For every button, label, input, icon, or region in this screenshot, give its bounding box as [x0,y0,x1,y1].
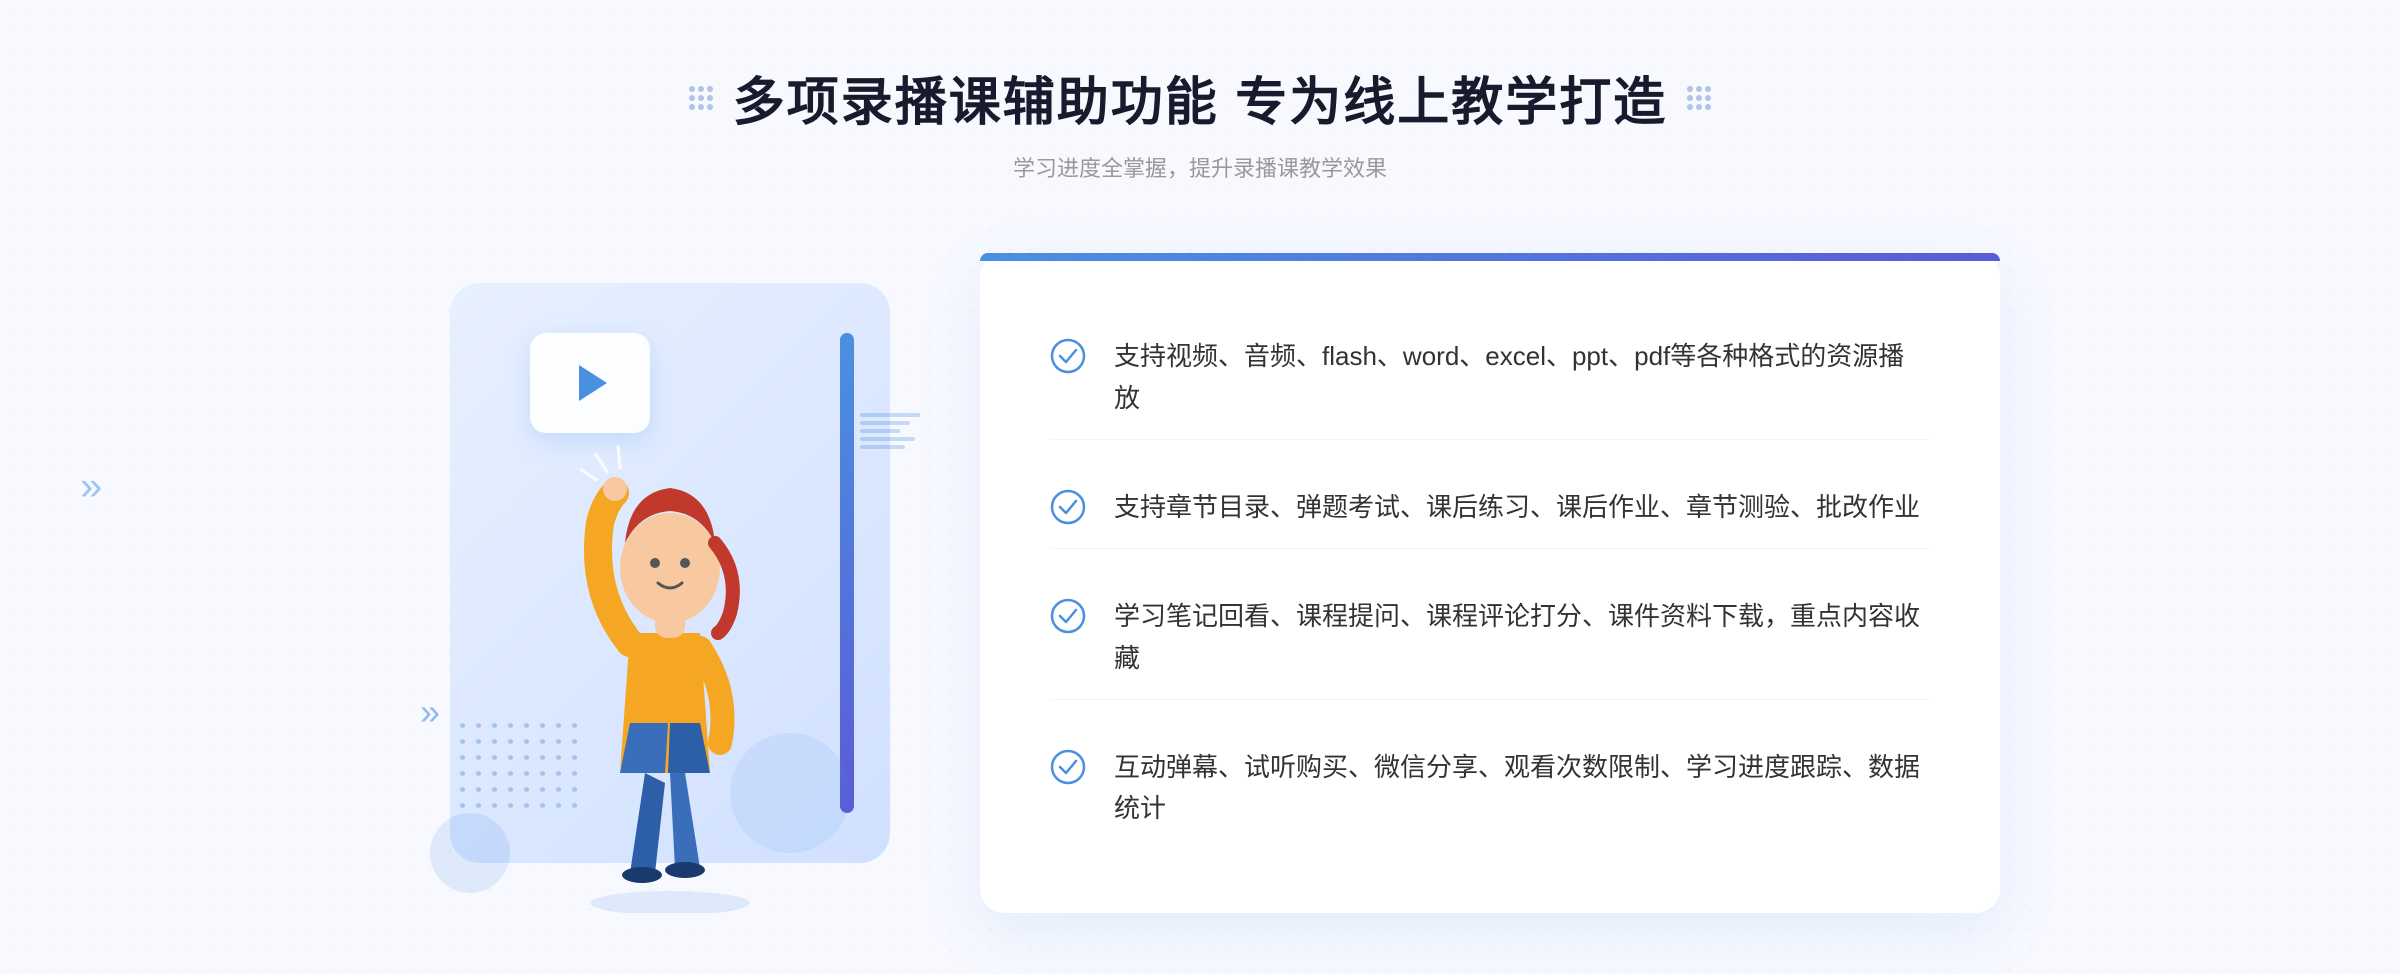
feature-text-2: 支持章节目录、弹题考试、课后练习、课后作业、章节测验、批改作业 [1114,487,1920,529]
stripe-deco [860,413,920,449]
check-icon-4 [1050,749,1086,785]
feature-text-4: 互动弹幕、试听购买、微信分享、观看次数限制、学习进度跟踪、数据统计 [1114,747,1930,830]
figure-illustration [500,393,840,913]
blue-bar-deco [840,333,854,813]
header-title-row: 多项录播课辅助功能 专为线上教学打造 [689,60,1711,135]
feature-text-3: 学习笔记回看、课程提问、课程评论打分、课件资料下载，重点内容收藏 [1114,596,1930,679]
left-arrow-deco: » [80,465,102,510]
feature-item-4: 互动弹幕、试听购买、微信分享、观看次数限制、学习进度跟踪、数据统计 [1050,727,1930,850]
circle-deco-1 [430,813,510,893]
feature-item-2: 支持章节目录、弹题考试、课后练习、课后作业、章节测验、批改作业 [1050,467,1930,550]
right-dots-deco [1687,86,1711,110]
feature-item-3: 学习笔记回看、课程提问、课程评论打分、课件资料下载，重点内容收藏 [1050,576,1930,700]
content-section: » [400,233,2000,953]
check-icon-3 [1050,598,1086,634]
left-dots-deco [689,86,713,110]
page-container: 多项录播课辅助功能 专为线上教学打造 学习进度全掌握，提升录播课教学效果 [0,0,2400,974]
illustration-area: » [400,253,980,953]
feature-item-1: 支持视频、音频、flash、word、excel、ppt、pdf等各种格式的资源… [1050,316,1930,440]
header-section: 多项录播课辅助功能 专为线上教学打造 学习进度全掌握，提升录播课教学效果 [689,60,1711,183]
arrow-deco: » [420,691,440,733]
features-card: 支持视频、音频、flash、word、excel、ppt、pdf等各种格式的资源… [980,253,2000,913]
page-title: 多项录播课辅助功能 专为线上教学打造 [733,60,1667,135]
check-icon-1 [1050,338,1086,374]
feature-text-1: 支持视频、音频、flash、word、excel、ppt、pdf等各种格式的资源… [1114,336,1930,419]
page-subtitle: 学习进度全掌握，提升录播课教学效果 [689,151,1711,183]
check-icon-2 [1050,489,1086,525]
